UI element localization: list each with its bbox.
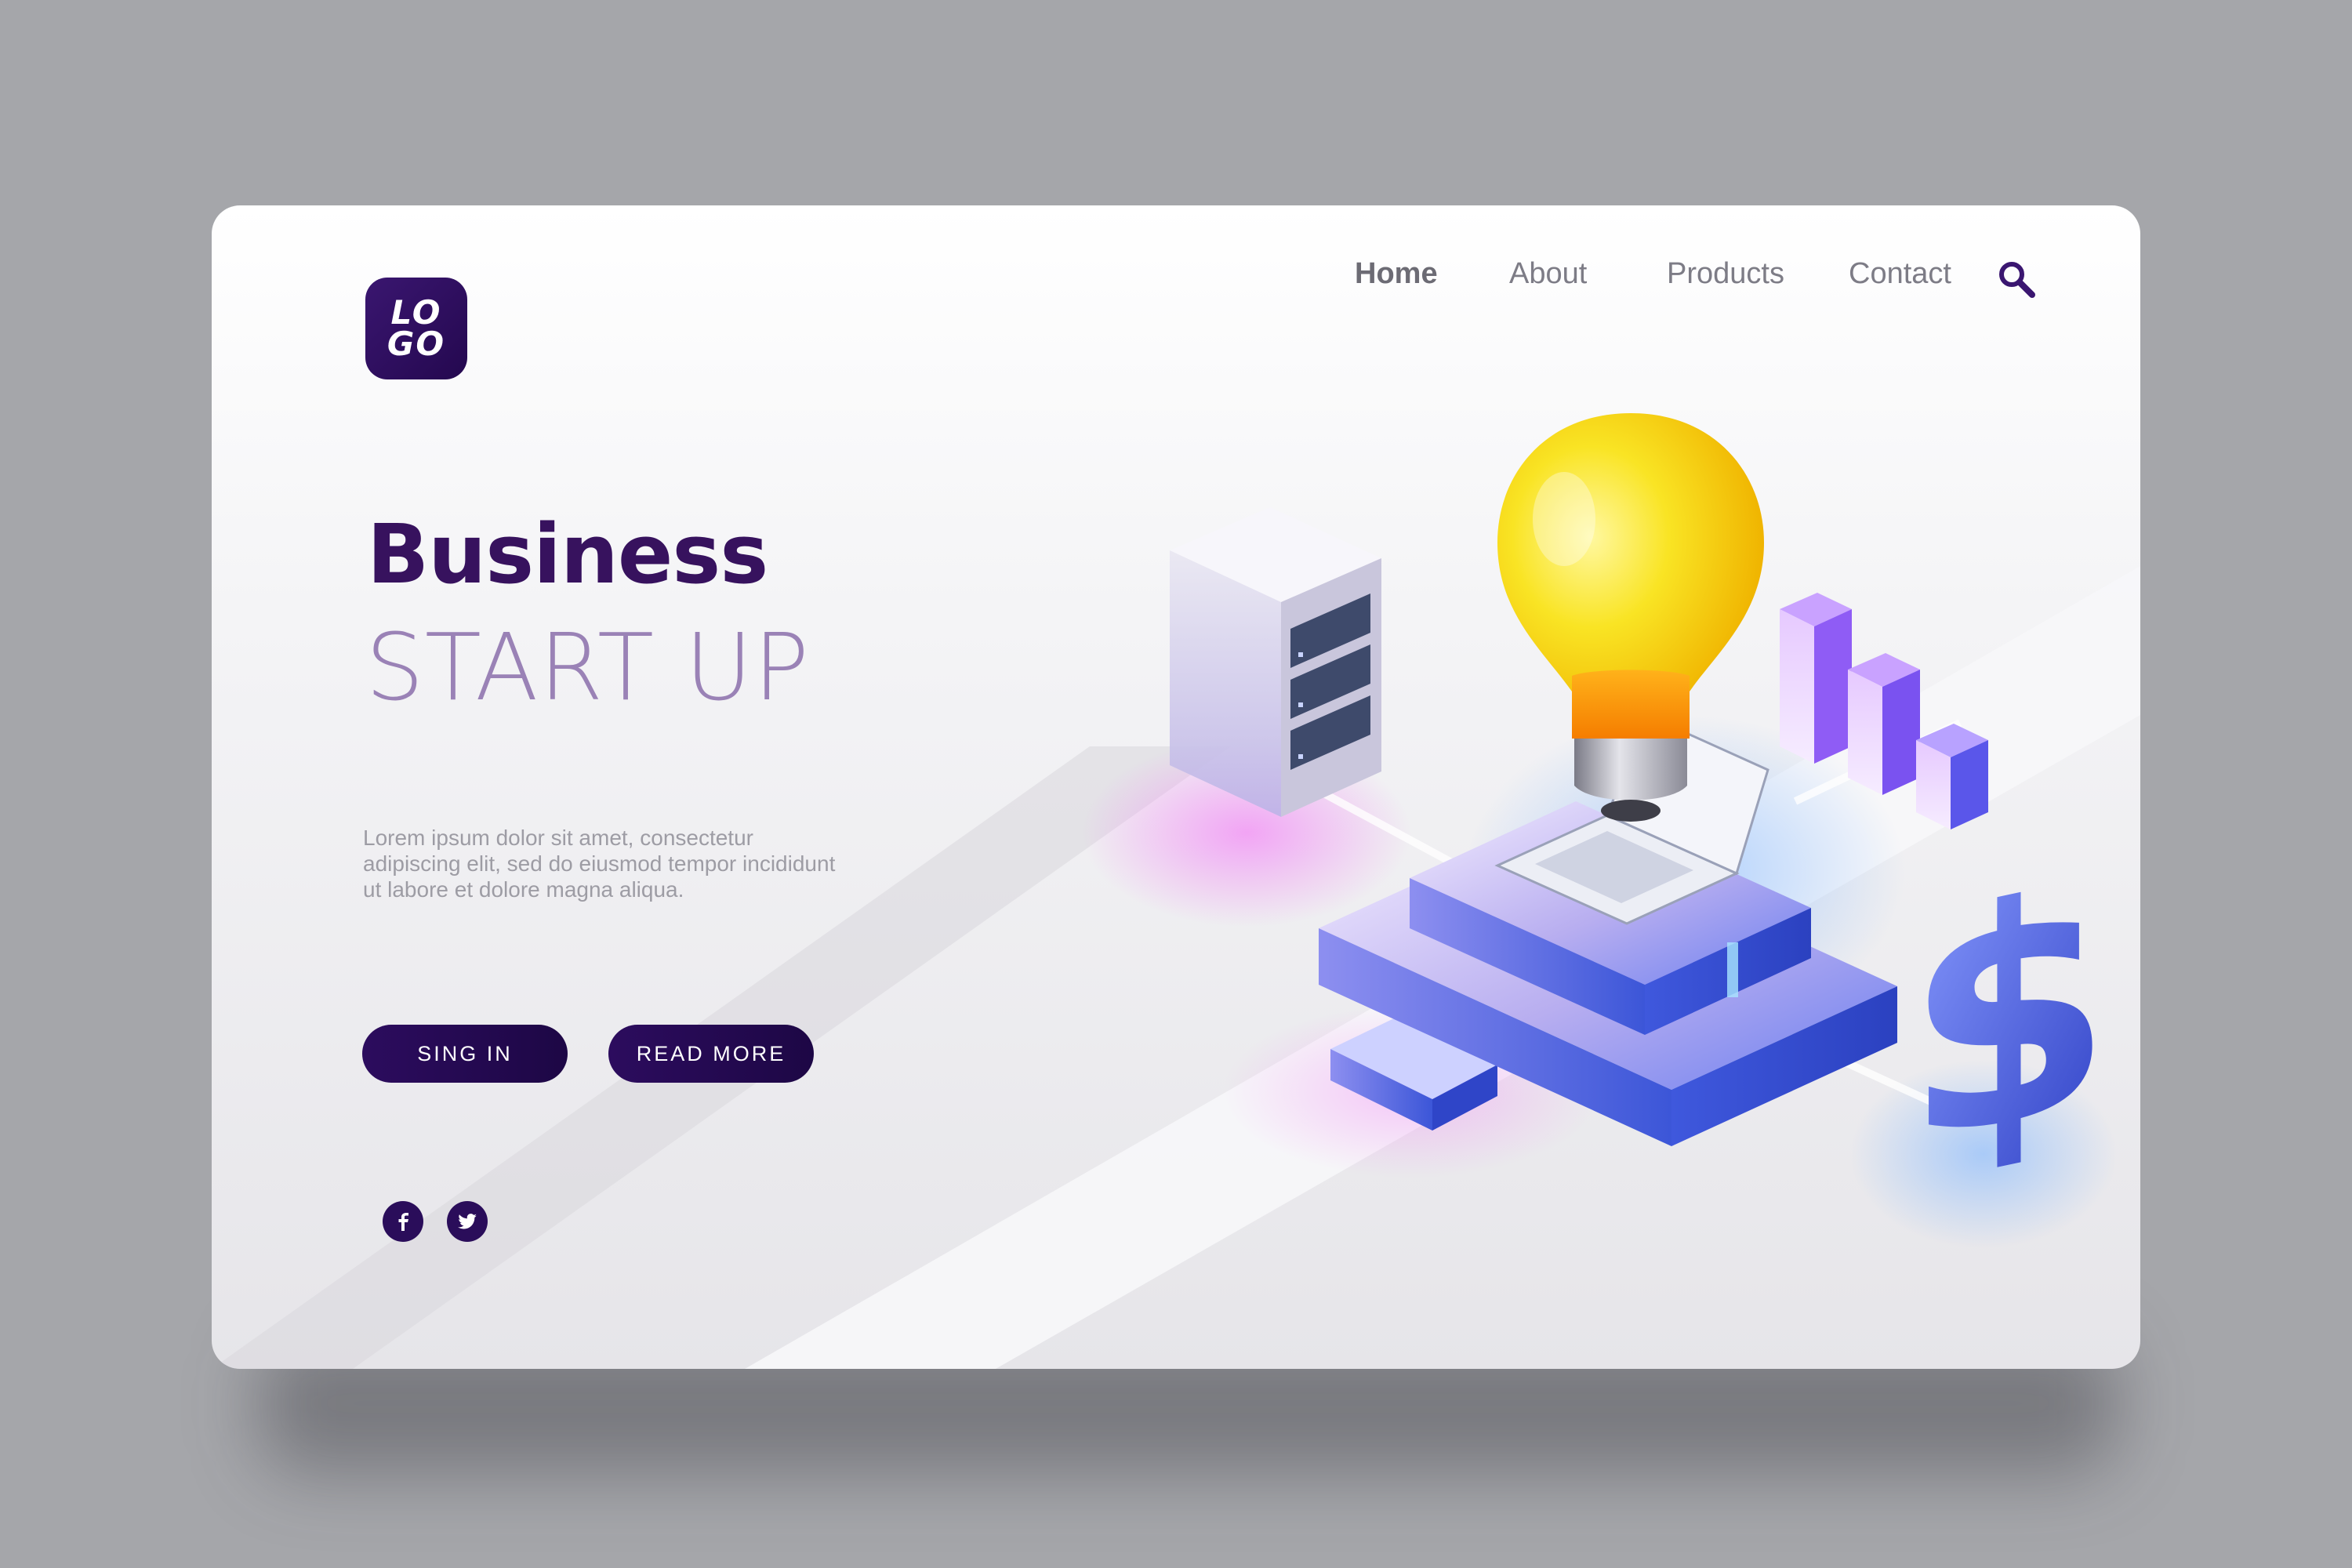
startup-illustration: $: [1082, 413, 2117, 1248]
server-rack-icon: [1170, 507, 1381, 817]
dollar-sign-icon: $: [1905, 822, 2112, 1214]
svg-text:$: $: [1905, 822, 2112, 1214]
landing-card: LO GO Home About Products Contact Busine…: [212, 205, 2140, 1369]
